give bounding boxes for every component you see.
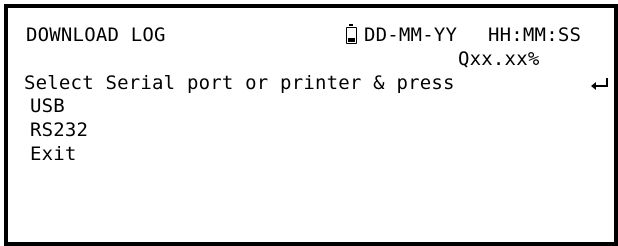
- menu-item-exit[interactable]: Exit: [30, 143, 77, 165]
- enter-key-icon: [591, 78, 608, 90]
- instruction-prompt: Select Serial port or printer & press: [24, 72, 455, 94]
- menu-item-usb[interactable]: USB: [30, 95, 65, 117]
- battery-icon: [346, 24, 357, 44]
- battery-level-fill: [348, 38, 355, 42]
- lcd-screen: DOWNLOAD LOG DD-MM-YY HH:MM:SS Qxx.xx% S…: [8, 8, 614, 242]
- date-display: DD-MM-YY: [364, 24, 458, 46]
- display-frame: DOWNLOAD LOG DD-MM-YY HH:MM:SS Qxx.xx% S…: [4, 4, 618, 246]
- quality-readout: Qxx.xx%: [458, 48, 540, 70]
- time-display: HH:MM:SS: [488, 24, 582, 46]
- screen-title: DOWNLOAD LOG: [26, 24, 166, 46]
- menu-item-rs232[interactable]: RS232: [30, 119, 88, 141]
